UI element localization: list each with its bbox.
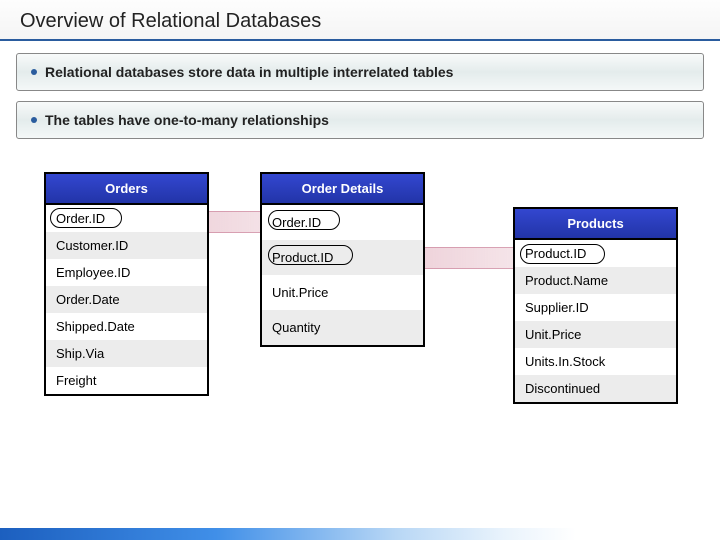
field-row: Order.ID — [46, 205, 207, 232]
field-row: Supplier.ID — [515, 294, 676, 321]
field-row: Product.ID — [262, 240, 423, 275]
footer-gradient — [0, 528, 720, 540]
bullet-item: The tables have one-to-many relationship… — [16, 101, 704, 139]
table-products: Products Product.ID Product.Name Supplie… — [513, 207, 678, 404]
bullet-item: Relational databases store data in multi… — [16, 53, 704, 91]
page-title: Overview of Relational Databases — [0, 0, 720, 41]
field-row: Quantity — [262, 310, 423, 345]
table-orders: Orders Order.ID Customer.ID Employee.ID … — [44, 172, 209, 396]
field-row: Freight — [46, 367, 207, 394]
field-row: Product.Name — [515, 267, 676, 294]
field-row: Employee.ID — [46, 259, 207, 286]
field-row: Units.In.Stock — [515, 348, 676, 375]
table-header: Orders — [46, 174, 207, 205]
bullet-text: Relational databases store data in multi… — [45, 64, 453, 80]
bullet-list: Relational databases store data in multi… — [0, 41, 720, 167]
field-row: Ship.Via — [46, 340, 207, 367]
table-header: Products — [515, 209, 676, 240]
table-order-details: Order Details Order.ID Product.ID Unit.P… — [260, 172, 425, 347]
er-diagram: Orders Order.ID Customer.ID Employee.ID … — [0, 167, 720, 507]
bullet-icon — [31, 117, 37, 123]
field-row: Product.ID — [515, 240, 676, 267]
field-row: Unit.Price — [515, 321, 676, 348]
field-row: Customer.ID — [46, 232, 207, 259]
table-header: Order Details — [262, 174, 423, 205]
field-row: Discontinued — [515, 375, 676, 402]
field-row: Shipped.Date — [46, 313, 207, 340]
field-row: Order.ID — [262, 205, 423, 240]
bullet-icon — [31, 69, 37, 75]
field-row: Unit.Price — [262, 275, 423, 310]
bullet-text: The tables have one-to-many relationship… — [45, 112, 329, 128]
field-row: Order.Date — [46, 286, 207, 313]
